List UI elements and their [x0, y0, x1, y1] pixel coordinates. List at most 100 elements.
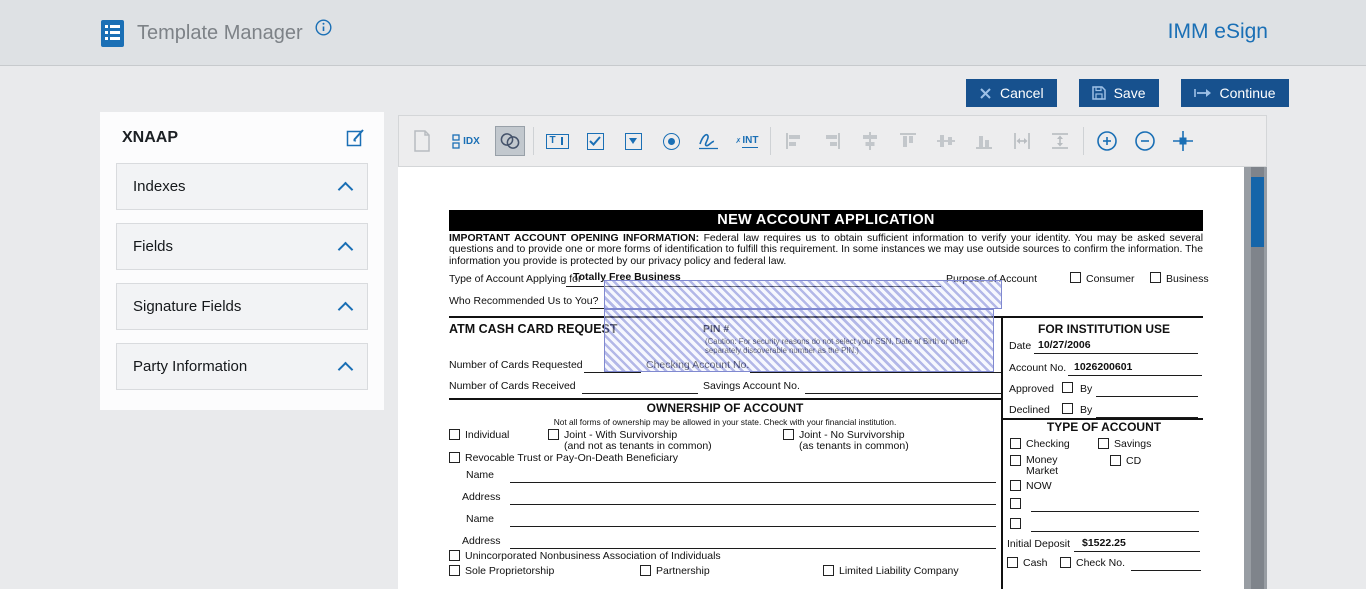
form-checkbox — [1062, 403, 1073, 414]
zoom-out-icon[interactable] — [1130, 126, 1160, 156]
cancel-x-icon — [979, 87, 992, 100]
vertical-scrollbar[interactable] — [1251, 167, 1264, 589]
form-label: Name — [466, 513, 495, 525]
text-field-tool[interactable]: T — [542, 126, 572, 156]
form-line — [1096, 383, 1198, 397]
form-line — [1096, 404, 1198, 418]
form-checkbox — [1060, 557, 1071, 568]
workspace: IDX T ✗ INT NEW ACCOUNT APPLICATION IMPO… — [398, 115, 1267, 589]
form-checkbox — [640, 565, 651, 576]
form-checkbox — [449, 429, 460, 440]
form-label: Savings — [1114, 438, 1152, 450]
form-line — [805, 380, 1001, 394]
form-label: Who Recommended Us to You? — [449, 295, 599, 307]
section-label: Party Information — [133, 358, 248, 375]
form-line — [1031, 498, 1199, 512]
form-checkbox — [1098, 438, 1109, 449]
form-rule — [1001, 316, 1003, 589]
form-label: Savings Account No. — [703, 380, 800, 392]
zone-tool-selected[interactable] — [495, 126, 525, 156]
zoom-in-icon[interactable] — [1092, 126, 1122, 156]
form-label: NOW — [1026, 480, 1052, 492]
field-zone[interactable] — [604, 309, 994, 372]
initials-field-tool[interactable]: ✗ INT — [732, 126, 762, 156]
form-label: Check No. — [1076, 557, 1126, 569]
signature-field-tool[interactable] — [694, 126, 724, 156]
form-checkbox — [548, 429, 559, 440]
form-checkbox — [1150, 272, 1161, 283]
form-label: Number of Cards Requested — [449, 359, 583, 371]
checkbox-field-tool[interactable] — [580, 126, 610, 156]
cancel-button[interactable]: Cancel — [966, 79, 1057, 107]
form-checkbox — [1010, 438, 1021, 449]
document-viewport[interactable]: NEW ACCOUNT APPLICATION IMPORTANT ACCOUN… — [398, 167, 1267, 589]
chevron-up-icon — [337, 301, 354, 317]
form-label: CD — [1126, 455, 1142, 467]
field-toolbar: IDX T ✗ INT — [398, 115, 1267, 167]
radio-field-tool[interactable] — [656, 126, 686, 156]
form-label: Consumer — [1086, 273, 1135, 285]
form-label: Individual — [465, 429, 510, 441]
section-title: TYPE OF ACCOUNT — [1046, 420, 1162, 434]
save-label: Save — [1113, 85, 1146, 101]
align-middle-vertical-icon — [931, 126, 961, 156]
form-checkbox — [1062, 382, 1073, 393]
form-checkbox — [1010, 498, 1021, 509]
form-checkbox — [823, 565, 834, 576]
field-zone[interactable] — [604, 280, 1002, 309]
edit-template-icon[interactable] — [346, 128, 366, 148]
center-crosshair-icon[interactable] — [1168, 126, 1198, 156]
form-label: Business — [1166, 273, 1209, 285]
doc-intro: IMPORTANT ACCOUNT OPENING INFORMATION: F… — [449, 233, 1203, 267]
form-label: Number of Cards Received — [449, 380, 576, 392]
form-label: Address — [462, 491, 501, 503]
app: Template Manager IMM eSign Cancel Save C… — [0, 0, 1366, 589]
form-label: By — [1080, 383, 1093, 395]
template-manager-icon — [100, 19, 125, 48]
form-note: Not all forms of ownership may be allowe… — [553, 417, 897, 427]
section-title: ATM CASH CARD REQUEST — [449, 322, 618, 336]
align-center-horizontal-icon — [855, 126, 885, 156]
continue-button[interactable]: Continue — [1180, 79, 1289, 107]
section-label: Signature Fields — [133, 298, 242, 315]
form-checkbox — [1070, 272, 1081, 283]
document-page[interactable]: NEW ACCOUNT APPLICATION IMPORTANT ACCOUN… — [398, 167, 1244, 589]
form-label: Initial Deposit — [1007, 538, 1071, 550]
form-label: Cash — [1023, 557, 1048, 569]
sidebar-section-party-information[interactable]: Party Information — [116, 343, 368, 390]
toolbar-divider — [770, 127, 771, 155]
initials-mark-icon: ✗ — [735, 138, 742, 145]
align-bottom-icon — [969, 126, 999, 156]
save-button[interactable]: Save — [1078, 79, 1159, 107]
continue-arrow-icon — [1193, 87, 1212, 99]
chevron-up-icon — [337, 241, 354, 257]
form-checkbox — [783, 429, 794, 440]
template-sidebar: XNAAP Indexes Fields Signature Fields Pa… — [100, 112, 384, 410]
template-name: XNAAP — [122, 129, 179, 146]
int-label: INT — [742, 134, 759, 148]
form-checkbox — [1110, 455, 1121, 466]
top-header: Template Manager IMM eSign — [0, 0, 1366, 66]
form-checkbox — [449, 452, 460, 463]
form-line — [1031, 518, 1199, 532]
dropdown-field-tool[interactable] — [618, 126, 648, 156]
sidebar-section-fields[interactable]: Fields — [116, 223, 368, 270]
form-sublabel: (as tenants in common) — [799, 440, 909, 452]
form-rule — [449, 398, 1001, 400]
sidebar-section-signature-fields[interactable]: Signature Fields — [116, 283, 368, 330]
sidebar-section-indexes[interactable]: Indexes — [116, 163, 368, 210]
scrollbar-thumb[interactable] — [1251, 177, 1264, 247]
form-line — [510, 535, 996, 549]
form-label: Sole Proprietorship — [465, 565, 555, 577]
form-value: $1522.25 — [1082, 537, 1126, 549]
same-height-icon — [1045, 126, 1075, 156]
toolbar-divider — [1083, 127, 1084, 155]
textfield-glyph: T — [549, 134, 556, 146]
form-line — [510, 469, 996, 483]
form-checkbox — [449, 565, 460, 576]
info-icon[interactable] — [315, 18, 332, 36]
index-field-tool[interactable]: IDX — [445, 126, 487, 156]
form-label: Approved — [1009, 383, 1054, 395]
continue-label: Continue — [1219, 85, 1276, 101]
form-label: Name — [466, 469, 495, 481]
